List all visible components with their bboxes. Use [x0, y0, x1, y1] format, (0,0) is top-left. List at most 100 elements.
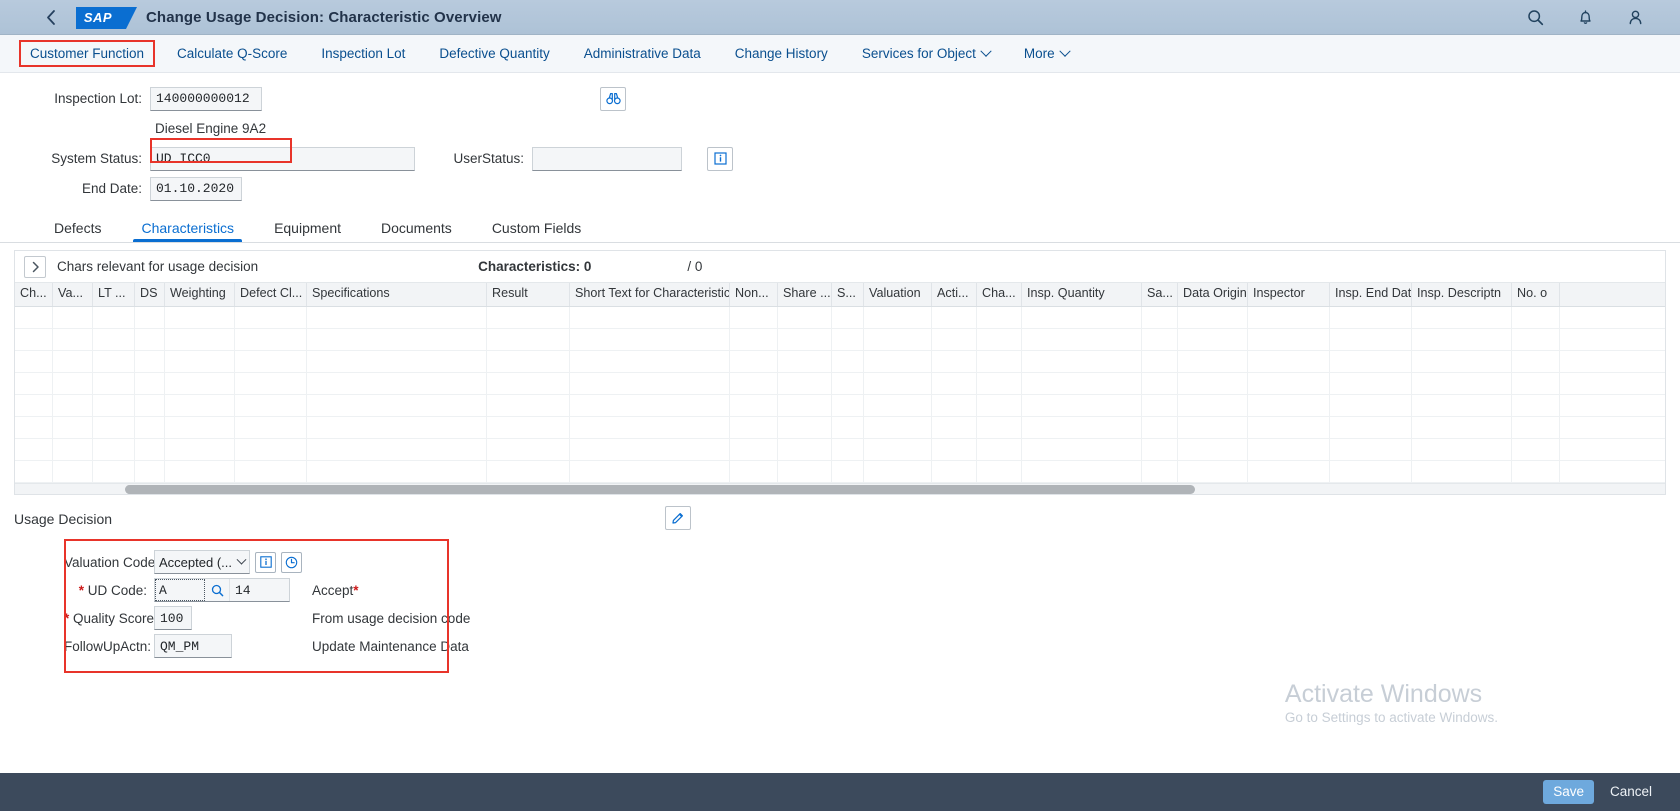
- back-chevron-icon[interactable]: [40, 7, 62, 29]
- column-header[interactable]: Insp. Descriptn: [1412, 283, 1512, 306]
- column-header[interactable]: Result: [487, 283, 570, 306]
- table-row[interactable]: [15, 351, 1665, 373]
- action-label: More: [1023, 45, 1055, 61]
- column-header[interactable]: DS: [135, 283, 165, 306]
- table-cell: [487, 461, 570, 482]
- table-row[interactable]: [15, 417, 1665, 439]
- column-header[interactable]: Cha...: [977, 283, 1022, 306]
- column-header[interactable]: Short Text for Characteristic: [570, 283, 730, 306]
- chevron-right-icon[interactable]: [24, 255, 46, 278]
- table-cell: [235, 439, 307, 460]
- cancel-button[interactable]: Cancel: [1600, 780, 1662, 804]
- table-cell: [15, 439, 53, 460]
- action-more[interactable]: More: [1007, 41, 1086, 67]
- search-icon[interactable]: [1524, 7, 1546, 29]
- binoculars-icon[interactable]: [600, 86, 626, 111]
- column-header[interactable]: Sa...: [1142, 283, 1178, 306]
- table-cell: [1330, 351, 1412, 372]
- column-header[interactable]: Weighting: [165, 283, 235, 306]
- table-cell: [864, 351, 932, 372]
- table-row[interactable]: [15, 461, 1665, 483]
- quality-score-input[interactable]: 100: [154, 606, 192, 630]
- action-label: Calculate Q-Score: [177, 45, 288, 61]
- column-header[interactable]: Valuation: [864, 283, 932, 306]
- table-cell: [487, 351, 570, 372]
- sap-logo[interactable]: SAP: [76, 6, 137, 29]
- column-header[interactable]: Ch...: [15, 283, 53, 306]
- action-customer-function[interactable]: Customer Function: [18, 39, 156, 68]
- table-cell: [307, 395, 487, 416]
- table-cell: [832, 417, 864, 438]
- table-cell: [1142, 395, 1178, 416]
- followup-input[interactable]: QM_PM: [154, 634, 232, 658]
- action-services-for-object[interactable]: Services for Object: [845, 41, 1007, 67]
- table-cell: [165, 417, 235, 438]
- table-cell: [1022, 461, 1142, 482]
- ud-code-input-group[interactable]: A 14: [154, 578, 290, 602]
- table-cell: [93, 439, 135, 460]
- table-cell: [864, 439, 932, 460]
- ud-code-label: * UD Code:: [64, 583, 154, 598]
- system-status-input[interactable]: UD ICC0: [150, 146, 415, 171]
- horizontal-scrollbar[interactable]: [15, 483, 1665, 494]
- ud-code-input[interactable]: A: [155, 579, 205, 601]
- column-header[interactable]: Specifications: [307, 283, 487, 306]
- tab-documents[interactable]: Documents: [361, 221, 472, 242]
- column-header[interactable]: Insp. End Date: [1330, 283, 1412, 306]
- column-header[interactable]: Data Origin: [1178, 283, 1248, 306]
- column-header[interactable]: S...: [832, 283, 864, 306]
- column-header[interactable]: No. o: [1512, 283, 1560, 306]
- column-header[interactable]: Inspector: [1248, 283, 1330, 306]
- save-button[interactable]: Save: [1543, 779, 1594, 805]
- table-cell: [1412, 329, 1512, 350]
- table-cell: [487, 417, 570, 438]
- usage-decision-section: Usage Decision Valuation Code: Accepted …: [0, 495, 1680, 773]
- table-cell: [778, 351, 832, 372]
- action-administrative-data[interactable]: Administrative Data: [567, 41, 718, 67]
- column-header[interactable]: Acti...: [932, 283, 977, 306]
- column-header[interactable]: Insp. Quantity: [1022, 283, 1142, 306]
- user-status-input[interactable]: [532, 146, 682, 171]
- table-row[interactable]: [15, 373, 1665, 395]
- clock-icon[interactable]: [281, 551, 302, 573]
- tab-equipment[interactable]: Equipment: [254, 221, 361, 242]
- table-row[interactable]: [15, 307, 1665, 329]
- table-cell: [730, 395, 778, 416]
- column-header[interactable]: Non...: [730, 283, 778, 306]
- table-cell: [135, 395, 165, 416]
- end-date-input[interactable]: 01.10.2020: [150, 176, 242, 201]
- table-cell: [778, 373, 832, 394]
- info-icon[interactable]: [707, 146, 733, 171]
- user-icon[interactable]: [1624, 7, 1646, 29]
- tab-custom-fields[interactable]: Custom Fields: [472, 221, 601, 242]
- column-header[interactable]: LT ...: [93, 283, 135, 306]
- column-header[interactable]: Va...: [53, 283, 93, 306]
- action-label: Inspection Lot: [321, 45, 406, 61]
- bell-icon[interactable]: [1574, 7, 1596, 29]
- table-cell: [135, 329, 165, 350]
- table-cell: [1248, 373, 1330, 394]
- table-row[interactable]: [15, 395, 1665, 417]
- search-icon[interactable]: [205, 579, 229, 601]
- action-calculate-q-score[interactable]: Calculate Q-Score: [160, 41, 304, 67]
- usage-decision-form: Valuation Code: Accepted (... * UD Code:…: [64, 539, 470, 673]
- action-defective-quantity[interactable]: Defective Quantity: [422, 41, 566, 67]
- info-icon[interactable]: [255, 551, 276, 573]
- column-header[interactable]: Share ...: [778, 283, 832, 306]
- valuation-code-select[interactable]: Accepted (...: [154, 550, 250, 574]
- horizontal-scrollbar-thumb[interactable]: [125, 485, 1195, 494]
- action-change-history[interactable]: Change History: [718, 41, 845, 67]
- tab-characteristics[interactable]: Characteristics: [121, 221, 254, 242]
- edit-pencil-icon[interactable]: [665, 506, 691, 530]
- action-inspection-lot[interactable]: Inspection Lot: [304, 41, 422, 67]
- table-cell: [977, 439, 1022, 460]
- column-header[interactable]: Defect Cl...: [235, 283, 307, 306]
- tab-defects[interactable]: Defects: [34, 221, 121, 242]
- table-cell: [1412, 417, 1512, 438]
- row-valuation-code: Valuation Code: Accepted (...: [64, 549, 449, 575]
- inspection-lot-input[interactable]: 140000000012: [150, 86, 262, 111]
- table-row[interactable]: [15, 439, 1665, 461]
- valuation-code-value: Accepted (...: [159, 554, 232, 570]
- table-row[interactable]: [15, 329, 1665, 351]
- ud-code-number-input[interactable]: 14: [229, 579, 289, 601]
